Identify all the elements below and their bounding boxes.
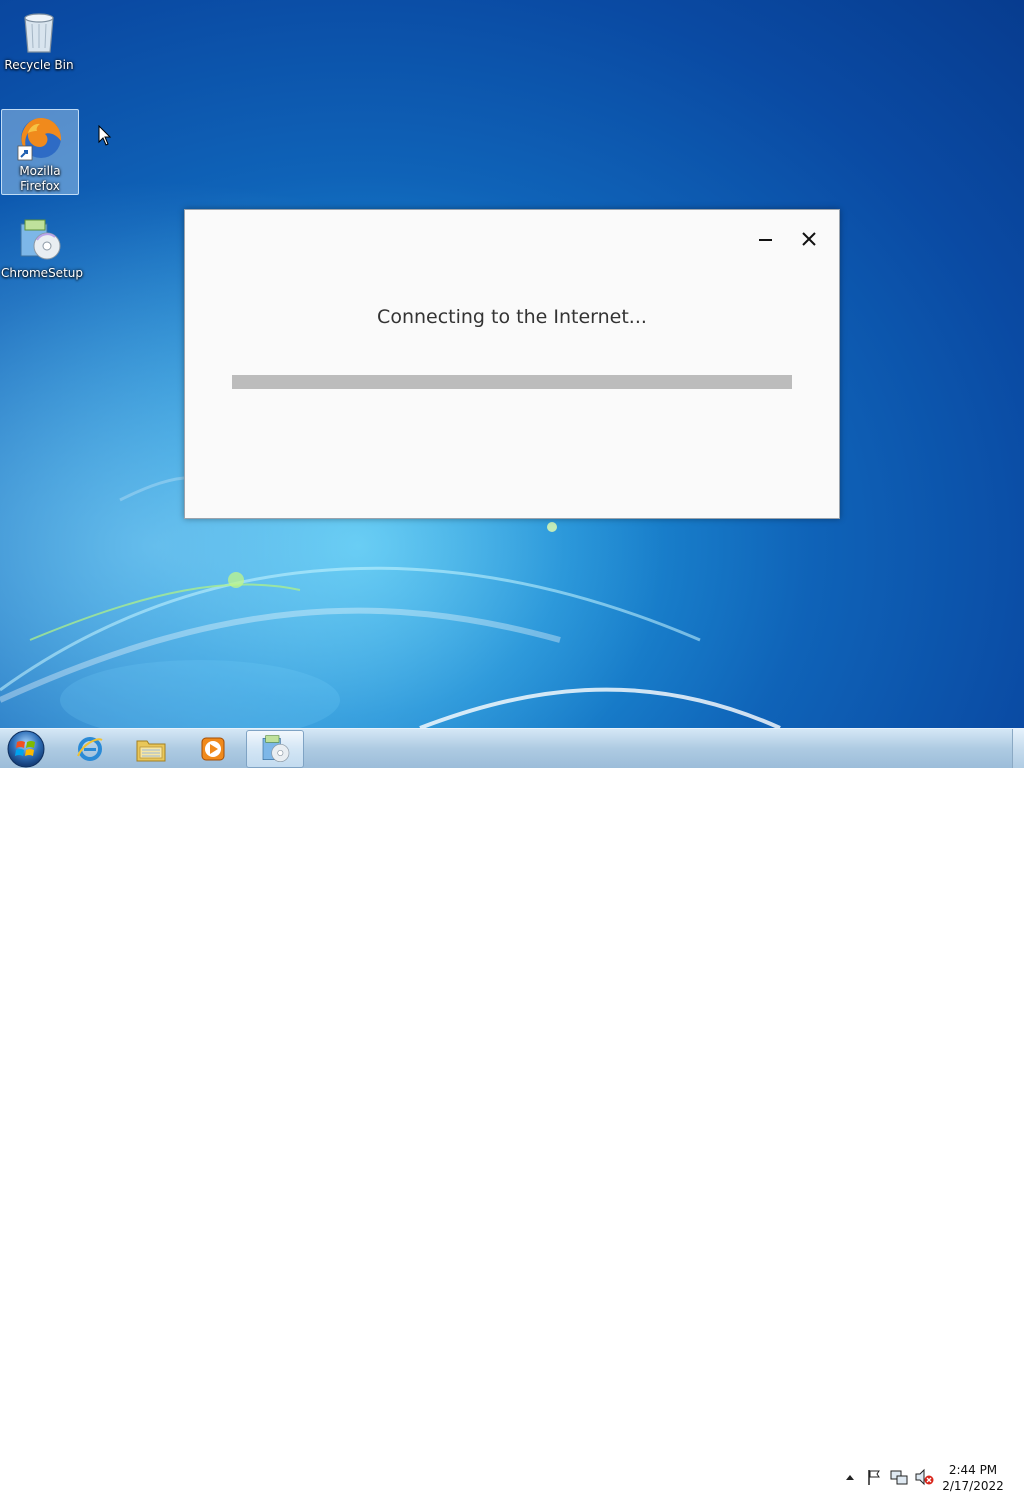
clock-time: 2:44 PM xyxy=(948,1463,998,1477)
desktop-icon-firefox[interactable]: Mozilla Firefox xyxy=(1,109,79,195)
network-icon[interactable] xyxy=(890,1468,908,1486)
recycle-bin-icon xyxy=(15,8,63,56)
media-player-icon xyxy=(201,737,225,761)
close-icon xyxy=(802,232,816,246)
progress-bar xyxy=(232,375,792,389)
desktop-icon-label: ChromeSetup xyxy=(1,266,83,280)
show-desktop-button[interactable] xyxy=(1012,729,1024,768)
windows-start-icon xyxy=(7,730,45,768)
minimize-button[interactable] xyxy=(755,228,777,250)
mouse-cursor xyxy=(98,125,112,146)
close-button[interactable] xyxy=(798,228,820,250)
status-message: Connecting to the Internet... xyxy=(377,306,647,328)
firefox-icon xyxy=(16,114,64,162)
desktop-icon-recycle-bin[interactable]: Recycle Bin xyxy=(1,4,77,73)
taskbar-internet-explorer[interactable] xyxy=(66,730,114,768)
show-hidden-icons-arrow[interactable] xyxy=(843,1470,857,1484)
system-clock[interactable]: 2:44 PM 2/17/2022 xyxy=(940,1462,1006,1494)
folder-icon xyxy=(136,740,166,762)
desktop-icon-label: Recycle Bin xyxy=(4,58,74,72)
installer-icon xyxy=(15,216,63,264)
start-button[interactable] xyxy=(4,729,48,769)
desktop[interactable]: Recycle Bin Mozilla Firefox ChromeSetup xyxy=(0,0,1024,728)
taskbar: 2:44 PM 2/17/2022 xyxy=(0,728,1024,1493)
installer-icon xyxy=(262,735,290,762)
desktop-icon-chromesetup[interactable]: ChromeSetup xyxy=(1,212,83,281)
action-center-flag-icon[interactable] xyxy=(866,1468,882,1486)
internet-explorer-icon xyxy=(77,737,103,761)
taskbar-chromesetup[interactable] xyxy=(246,730,304,768)
taskbar-windows-explorer[interactable] xyxy=(126,730,176,768)
connecting-dialog: Connecting to the Internet... xyxy=(184,209,840,519)
desktop-icon-label: Mozilla Firefox xyxy=(19,164,61,193)
taskbar-windows-media-player[interactable] xyxy=(188,730,238,768)
clock-date: 2/17/2022 xyxy=(942,1479,1004,1493)
volume-muted-icon[interactable] xyxy=(914,1468,934,1486)
